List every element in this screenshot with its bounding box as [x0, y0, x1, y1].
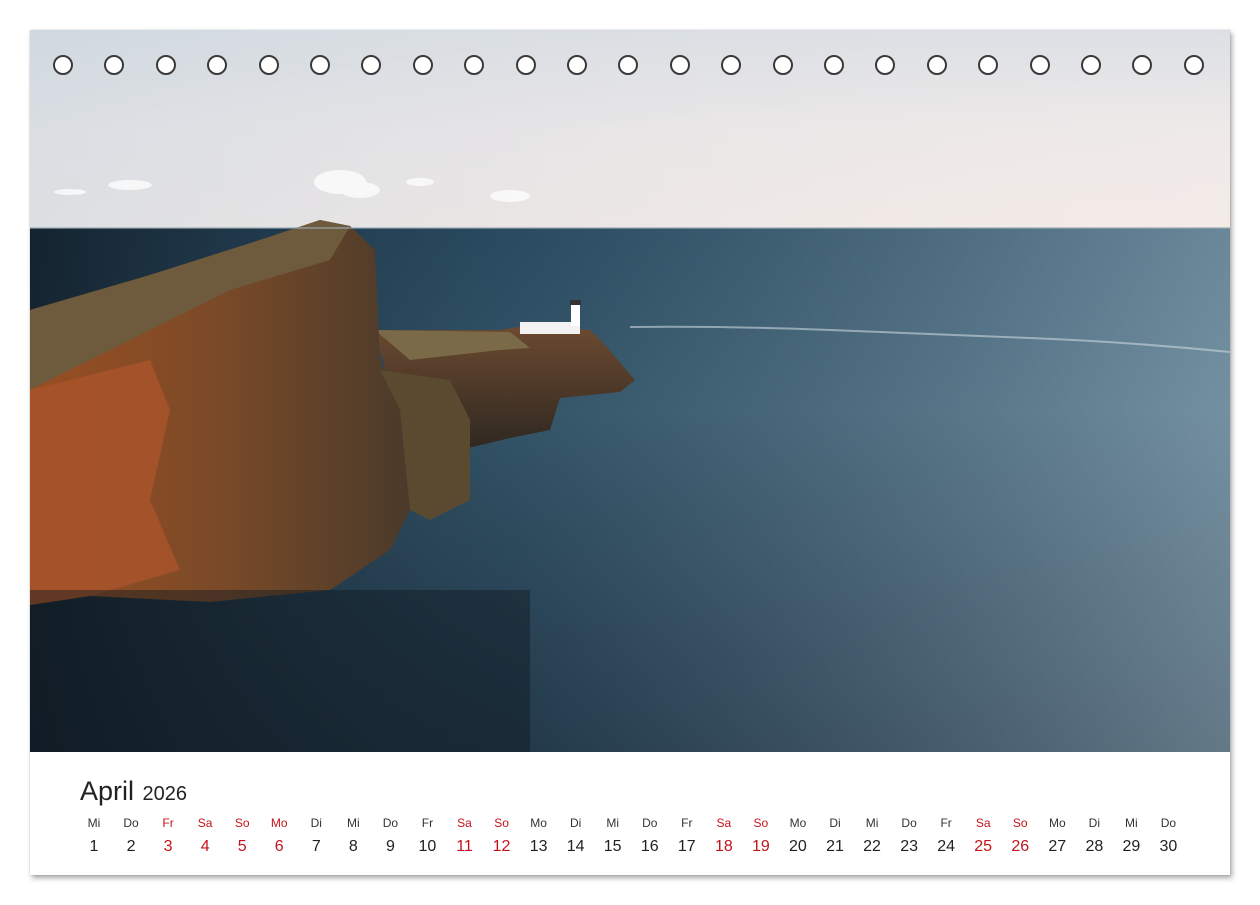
binding-ring	[1081, 55, 1101, 75]
weekday-label: Mi	[87, 816, 101, 830]
weekday-label: Mo	[270, 816, 288, 830]
weekday-label: So	[1012, 816, 1028, 830]
weekday-label: Do	[1160, 816, 1177, 830]
day-number: 28	[1085, 838, 1104, 855]
calendar-strip: April 2026 Mi 1 Do 2 Fr 3 Sa 4 So 5 Mo 6 Di 7 Mi 8 Do 9 Fr…	[30, 752, 1230, 875]
binding-ring	[310, 55, 330, 75]
weekday-label: Fr	[940, 816, 952, 830]
day-number: 29	[1122, 838, 1141, 855]
weekday-label: Fr	[681, 816, 693, 830]
day-number: 18	[714, 838, 733, 855]
weekday-label: Mo	[530, 816, 547, 830]
binding-ring	[361, 55, 382, 75]
day-number: 1	[89, 838, 99, 855]
weekday-label: Do	[642, 816, 658, 830]
weekday-label: So	[494, 816, 509, 830]
day-number: 19	[751, 838, 770, 855]
weekday-label: Mi	[347, 816, 360, 830]
day-number: 14	[566, 838, 585, 855]
binding-ring	[567, 55, 587, 75]
day-number: 7	[311, 838, 321, 855]
day-number: 23	[900, 838, 918, 855]
day-number: 8	[348, 838, 358, 855]
weekday-label: Mi	[865, 816, 879, 830]
day-number: 16	[640, 838, 659, 855]
month-year: 2026	[142, 783, 187, 805]
binding-ring	[464, 55, 485, 75]
weekday-label: Mi	[1125, 816, 1138, 830]
weekday-label: Fr	[162, 816, 174, 830]
weekday-label: Mo	[789, 816, 807, 830]
weekday-label: Do	[901, 816, 917, 830]
day-number: 15	[603, 838, 622, 855]
binding-ring	[1183, 55, 1204, 75]
binding-rings	[30, 30, 1230, 100]
binding-ring	[926, 55, 947, 75]
binding-ring	[53, 55, 73, 75]
day-number: 27	[1048, 838, 1067, 855]
binding-ring	[515, 55, 536, 75]
weekday-label: Sa	[716, 816, 732, 830]
day-number: 4	[200, 838, 210, 855]
binding-ring	[669, 55, 690, 75]
lighthouse-cliff-photo	[30, 30, 1230, 752]
binding-ring	[155, 55, 176, 75]
binding-ring	[824, 55, 844, 75]
day-number: 25	[974, 838, 993, 855]
weekday-label: Di	[310, 816, 322, 830]
weekday-label: Sa	[975, 816, 991, 830]
day-number: 2	[126, 838, 136, 855]
weekday-label: Di	[569, 816, 582, 830]
day-number: 21	[826, 838, 844, 855]
day-number: 6	[274, 838, 284, 855]
binding-ring	[104, 55, 125, 75]
day-number: 12	[492, 838, 511, 855]
binding-ring	[618, 55, 639, 75]
day-number: 17	[677, 838, 696, 855]
weekday-label: Sa	[197, 816, 213, 830]
binding-ring	[875, 55, 896, 75]
day-number: 24	[937, 838, 956, 855]
binding-ring	[412, 55, 433, 75]
day-number: 11	[456, 838, 473, 855]
calendar-page: April 2026 Mi 1 Do 2 Fr 3 Sa 4 So 5 Mo 6 Di 7 Mi 8 Do 9 Fr…	[30, 30, 1230, 875]
weekday-label: So	[753, 816, 769, 830]
day-number: 30	[1159, 838, 1178, 855]
day-number: 13	[529, 838, 548, 855]
weekday-label: Do	[382, 816, 399, 830]
weekday-label: So	[234, 816, 250, 830]
binding-ring	[721, 55, 742, 75]
binding-ring	[1029, 55, 1050, 75]
weekday-label: Di	[829, 816, 841, 830]
weekday-label: Mi	[606, 816, 620, 830]
weekday-label: Mo	[1048, 816, 1066, 830]
day-number: 26	[1011, 838, 1030, 855]
day-number: 20	[789, 838, 807, 855]
day-number: 5	[237, 838, 247, 855]
binding-ring	[207, 55, 228, 75]
weekday-label: Sa	[457, 816, 472, 830]
binding-ring	[772, 55, 793, 75]
day-number: 9	[385, 838, 395, 855]
binding-ring	[1132, 55, 1153, 75]
weekday-label: Di	[1088, 816, 1101, 830]
day-number: 22	[863, 838, 881, 855]
weekday-label: Fr	[421, 816, 434, 830]
month-title: April 2026	[80, 776, 187, 807]
binding-ring	[978, 55, 999, 75]
weekday-label: Do	[123, 816, 139, 830]
day-number: 10	[418, 838, 437, 855]
month-name: April	[80, 776, 135, 806]
binding-ring	[258, 55, 279, 75]
day-number: 3	[163, 838, 173, 855]
